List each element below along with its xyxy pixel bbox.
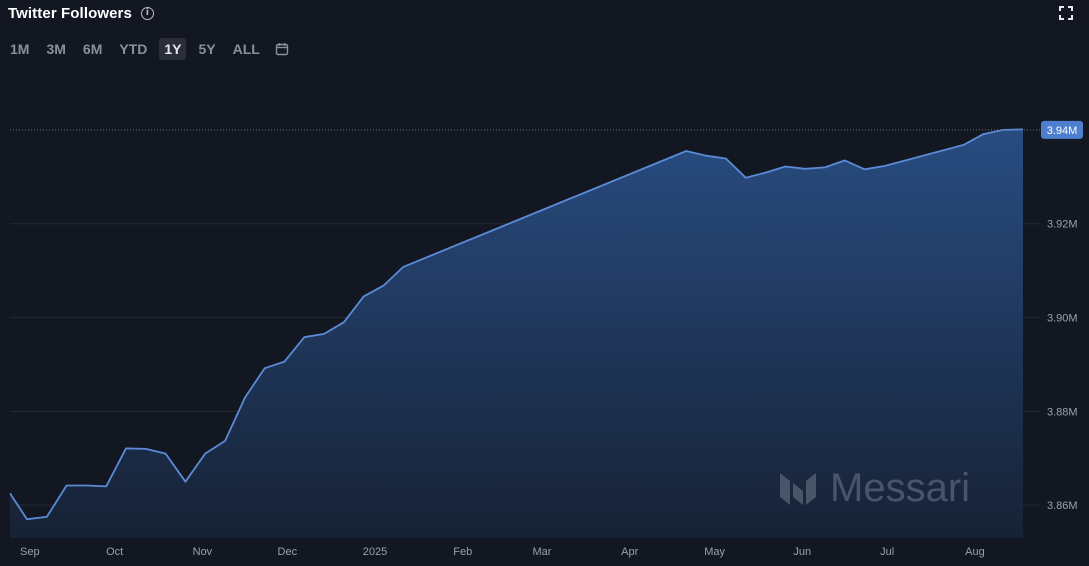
x-tick-label: Oct	[106, 546, 123, 558]
x-tick-label: Dec	[278, 546, 298, 558]
x-tick-label: 2025	[363, 546, 387, 558]
x-tick-label: Nov	[193, 546, 213, 558]
messari-logo-icon	[780, 472, 816, 505]
last-value-label: 3.94M	[1047, 125, 1078, 137]
y-tick-label: 3.92M	[1047, 219, 1078, 231]
x-tick-label: Jun	[793, 546, 811, 558]
watermark-text: Messari	[830, 466, 971, 510]
y-tick-label: 3.88M	[1047, 406, 1078, 418]
x-tick-label: Apr	[621, 546, 638, 558]
x-tick-label: Mar	[533, 546, 552, 558]
x-tick-label: Sep	[20, 546, 40, 558]
y-tick-label: 3.90M	[1047, 313, 1078, 325]
x-tick-label: Aug	[965, 546, 985, 558]
x-tick-label: May	[704, 546, 725, 558]
x-tick-label: Jul	[880, 546, 894, 558]
x-tick-label: Feb	[453, 546, 472, 558]
y-tick-label: 3.86M	[1047, 500, 1078, 512]
watermark: Messari	[778, 466, 970, 511]
